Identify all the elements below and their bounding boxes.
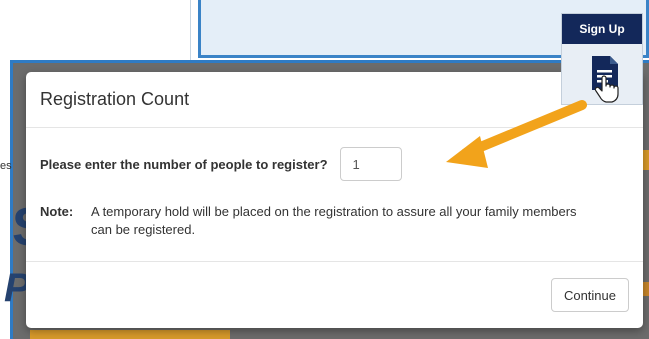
registration-count-dialog: Registration Count Please enter the numb… <box>26 72 643 328</box>
sign-up-label: Sign Up <box>562 14 642 44</box>
dialog-header: Registration Count <box>26 72 643 128</box>
continue-button[interactable]: Continue <box>550 278 629 312</box>
people-count-label: Please enter the number of people to reg… <box>40 156 328 172</box>
note-text: A temporary hold will be placed on the r… <box>91 204 577 237</box>
people-count-input[interactable] <box>339 147 402 181</box>
dialog-title: Registration Count <box>40 89 190 109</box>
background-left-panel <box>0 0 191 60</box>
document-icon[interactable] <box>588 54 628 104</box>
sign-up-widget[interactable]: Sign Up <box>561 13 643 105</box>
screen: es S Pa Registration Count Please enter … <box>0 0 649 339</box>
background-text-fragment: es <box>0 160 12 172</box>
question-row: Please enter the number of people to reg… <box>40 147 629 181</box>
dialog-body: Please enter the number of people to reg… <box>26 128 643 262</box>
note-row: Note: A temporary hold will be placed on… <box>40 203 629 239</box>
note-label: Note: <box>40 204 74 219</box>
dialog-footer: Continue <box>26 262 643 328</box>
background-gold-bar <box>30 330 230 339</box>
